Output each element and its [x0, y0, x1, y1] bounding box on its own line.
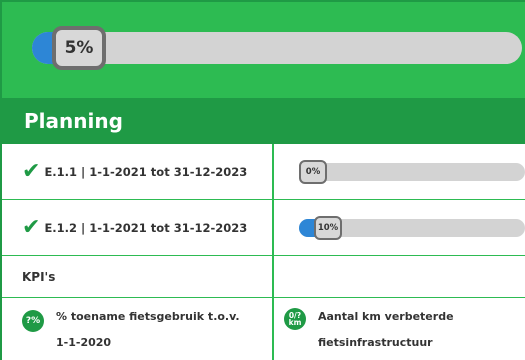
- kpi-text: % toename fietsgebruik t.o.v. 1-1-2020: [56, 304, 240, 356]
- kpi-header-row: KPI's: [2, 256, 525, 298]
- task-progress-label: 0%: [299, 160, 327, 184]
- kpi-text: Aantal km verbeterde fietsinfrastructuur: [318, 304, 454, 356]
- kpi-badge: 0/? km: [284, 308, 306, 330]
- task-label: E.1.1 | 1-1-2021 tot 31-12-2023: [44, 164, 248, 179]
- kpi-header-cell: KPI's: [2, 256, 274, 297]
- kpi-text-line: Aantal km verbeterde: [318, 310, 454, 323]
- check-icon: ✔: [22, 158, 41, 184]
- kpi-badge: ?%: [22, 310, 44, 332]
- overall-progress-label: 5%: [52, 26, 106, 70]
- kpi-text-line: fietsinfrastructuur: [318, 336, 433, 349]
- kpi-header-empty: [274, 256, 525, 297]
- task-progress-cell: 10%: [274, 200, 525, 255]
- kpi-text-line: 1-1-2020: [56, 336, 112, 349]
- task-cell: ✔ E.1.1 | 1-1-2021 tot 31-12-2023: [2, 144, 274, 199]
- kpi-title: KPI's: [22, 269, 56, 284]
- task-label: E.1.2 | 1-1-2021 tot 31-12-2023: [44, 220, 248, 235]
- task-cell: ✔ E.1.2 | 1-1-2021 tot 31-12-2023: [2, 200, 274, 255]
- table-row: ✔ E.1.2 | 1-1-2021 tot 31-12-2023 10%: [2, 200, 525, 256]
- kpi-item: 0/? km Aantal km verbeterde fietsinfrast…: [274, 298, 525, 360]
- kpi-row: ?% % toename fietsgebruik t.o.v. 1-1-202…: [2, 298, 525, 360]
- planning-title: Planning: [2, 98, 525, 144]
- task-progress-cell: 0%: [274, 144, 525, 199]
- kpi-badge-line: km: [288, 318, 302, 327]
- check-icon: ✔: [22, 214, 41, 240]
- task-progress-bar: [299, 163, 525, 181]
- planning-table: ✔ E.1.1 | 1-1-2021 tot 31-12-2023 0% ✔ E…: [2, 144, 525, 360]
- table-row: ✔ E.1.1 | 1-1-2021 tot 31-12-2023 0%: [2, 144, 525, 200]
- kpi-item: ?% % toename fietsgebruik t.o.v. 1-1-202…: [2, 298, 274, 360]
- task-progress-label: 10%: [314, 216, 342, 240]
- kpi-text-line: % toename fietsgebruik t.o.v.: [56, 310, 240, 323]
